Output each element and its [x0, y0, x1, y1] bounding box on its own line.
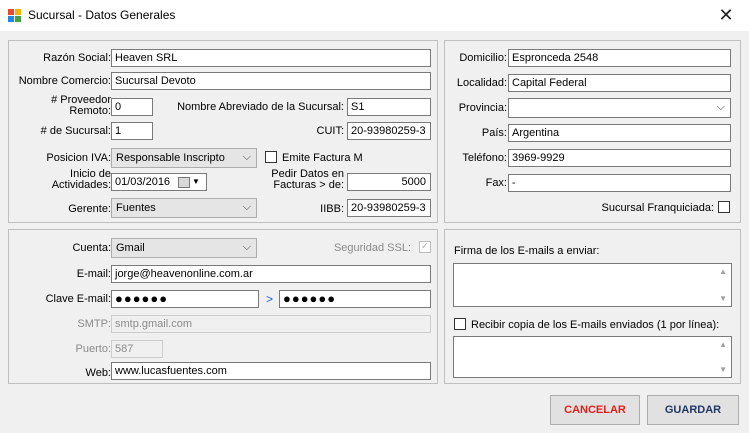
general-panel: Razón Social: Heaven SRL Nombre Comercio…: [8, 40, 438, 223]
app-icon: [8, 9, 21, 22]
scrollbar[interactable]: ▲ ▼: [715, 337, 731, 377]
proveedor-remoto-input[interactable]: 0: [111, 98, 153, 116]
telefono-label: Teléfono:: [462, 152, 507, 164]
posicion-iva-value: Responsable Inscripto: [116, 152, 225, 164]
provincia-label: Provincia:: [458, 102, 507, 114]
emite-factura-m-label: Emite Factura M: [282, 152, 363, 164]
web-input[interactable]: www.lucasfuentes.com: [111, 362, 431, 380]
proveedor-remoto-label: # Proveedor Remoto:: [51, 94, 111, 117]
close-icon[interactable]: ✕: [713, 3, 739, 27]
inicio-actividades-value: 01/03/2016: [115, 176, 171, 188]
window-title: Sucursal - Datos Generales: [28, 8, 176, 22]
fax-input[interactable]: -: [508, 174, 731, 192]
inicio-actividades-label: Inicio de Actividades:: [51, 168, 111, 191]
nombre-comercio-input[interactable]: Sucursal Devoto: [111, 72, 431, 90]
chevron-down-icon[interactable]: ▼: [719, 365, 727, 374]
num-sucursal-label: # de Sucursal:: [40, 125, 111, 137]
nombre-abreviado-input[interactable]: S1: [347, 98, 431, 116]
razon-social-label: Razón Social:: [43, 52, 111, 64]
cuenta-value: Gmail: [116, 242, 145, 254]
domicilio-label: Domicilio:: [459, 52, 507, 64]
signature-panel: Firma de los E-mails a enviar: ▲ ▼ Recib…: [444, 229, 741, 384]
localidad-label: Localidad:: [456, 77, 507, 89]
puerto-label: Puerto:: [75, 343, 111, 355]
scrollbar[interactable]: ▲ ▼: [715, 264, 731, 306]
franquiciada-checkbox[interactable]: [718, 201, 730, 213]
nombre-abreviado-label: Nombre Abreviado de la Sucursal:: [177, 101, 344, 113]
pedir-datos-label: Pedir Datos en Facturas > de:: [271, 168, 344, 191]
address-panel: Domicilio: Espronceda 2548 Localidad: Ca…: [444, 40, 741, 223]
telefono-input[interactable]: 3969-9929: [508, 149, 731, 167]
chevron-down-icon: ⌵: [242, 151, 251, 163]
clave-input[interactable]: ●●●●●●: [111, 290, 259, 308]
franquiciada-label: Sucursal Franquiciada:: [601, 202, 714, 214]
email-panel: Cuenta: Gmail ⌵ Seguridad SSL: ✓ E-mail:…: [8, 229, 438, 384]
nombre-comercio-label: Nombre Comercio:: [18, 75, 111, 87]
num-sucursal-input[interactable]: 1: [111, 122, 153, 140]
iibb-input[interactable]: 20-93980259-3: [347, 199, 431, 217]
cuit-label: CUIT:: [316, 125, 345, 137]
cancel-button[interactable]: CANCELAR: [550, 395, 640, 425]
chevron-down-icon: ⌵: [242, 241, 251, 253]
web-label: Web:: [85, 367, 111, 379]
chevron-down-icon[interactable]: ▼: [719, 294, 727, 303]
chevron-down-icon: ⌵: [242, 201, 251, 213]
domicilio-input[interactable]: Espronceda 2548: [508, 49, 731, 67]
copia-textarea[interactable]: ▲ ▼: [453, 336, 732, 378]
chevron-down-icon: ⌵: [716, 101, 725, 113]
posicion-iva-label: Posicion IVA:: [46, 152, 111, 164]
title-bar: Sucursal - Datos Generales ✕: [0, 0, 749, 31]
firma-textarea[interactable]: ▲ ▼: [453, 263, 732, 307]
seguridad-ssl-checkbox[interactable]: ✓: [419, 241, 431, 253]
link-arrow-icon: >: [266, 292, 274, 306]
gerente-select[interactable]: Fuentes ⌵: [111, 198, 257, 218]
recibir-copia-checkbox[interactable]: [454, 318, 466, 330]
gerente-value: Fuentes: [116, 202, 156, 214]
cuit-input[interactable]: 20-93980259-3: [347, 122, 431, 140]
iibb-label: IIBB:: [320, 203, 344, 215]
firma-label: Firma de los E-mails a enviar:: [454, 245, 600, 257]
smtp-input: smtp.gmail.com: [111, 315, 431, 333]
inicio-actividades-datepicker[interactable]: 01/03/2016 ▼: [111, 173, 207, 191]
emite-factura-m-checkbox[interactable]: [265, 151, 277, 163]
email-label: E-mail:: [76, 268, 111, 280]
gerente-label: Gerente:: [68, 203, 111, 215]
email-input[interactable]: jorge@heavenonline.com.ar: [111, 265, 431, 283]
puerto-input: 587: [111, 340, 163, 358]
fax-label: Fax:: [485, 177, 507, 189]
seguridad-ssl-label: Seguridad SSL:: [333, 242, 411, 254]
clave-label: Clave E-mail:: [45, 293, 111, 305]
dialog-window: Sucursal - Datos Generales ✕ Razón Socia…: [0, 0, 749, 433]
razon-social-input[interactable]: Heaven SRL: [111, 49, 431, 67]
clave-confirm-input[interactable]: ●●●●●●: [279, 290, 431, 308]
pais-input[interactable]: Argentina: [508, 124, 731, 142]
localidad-input[interactable]: Capital Federal: [508, 74, 731, 92]
posicion-iva-select[interactable]: Responsable Inscripto ⌵: [111, 148, 257, 168]
calendar-icon: [178, 177, 190, 188]
cuenta-select[interactable]: Gmail ⌵: [111, 238, 257, 258]
cuenta-label: Cuenta:: [72, 242, 111, 254]
chevron-up-icon[interactable]: ▲: [719, 267, 727, 276]
smtp-label: SMTP:: [77, 318, 111, 330]
recibir-copia-label: Recibir copia de los E-mails enviados (1…: [471, 319, 720, 331]
save-button[interactable]: GUARDAR: [647, 395, 739, 425]
provincia-select[interactable]: ⌵: [508, 98, 731, 118]
pedir-datos-input[interactable]: 5000: [347, 173, 431, 191]
chevron-up-icon[interactable]: ▲: [719, 340, 727, 349]
pais-label: País:: [481, 127, 507, 139]
chevron-down-icon: ▼: [192, 177, 200, 186]
